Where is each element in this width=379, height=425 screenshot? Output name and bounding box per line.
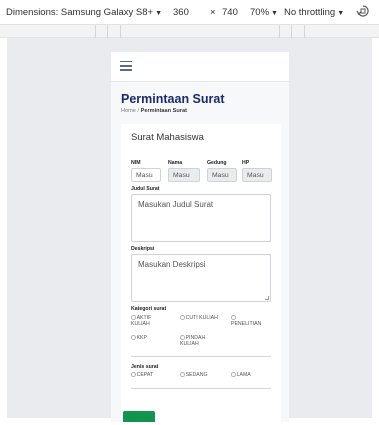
throttle-select[interactable]: No throttling ▼ bbox=[284, 7, 344, 18]
page-title: Permintaan Surat bbox=[121, 92, 225, 106]
radio-circle[interactable] bbox=[131, 315, 136, 320]
throttle-label: No throttling bbox=[284, 7, 336, 18]
device-toolbar: Dimensions: Samsung Galaxy S8+ ▼ 360 × 74… bbox=[0, 0, 379, 24]
divider bbox=[131, 356, 271, 357]
device-select[interactable]: Dimensions: Samsung Galaxy S8+ ▼ bbox=[6, 7, 162, 18]
device-label: Dimensions: Samsung Galaxy S8+ bbox=[6, 7, 154, 18]
radio-circle[interactable] bbox=[131, 335, 136, 340]
radio-circle[interactable] bbox=[180, 335, 185, 340]
breadcrumb-separator: / bbox=[137, 108, 140, 114]
resize-handle[interactable] bbox=[265, 296, 269, 300]
radio-circle[interactable] bbox=[180, 315, 185, 320]
radio-sedang[interactable]: SEDANG bbox=[180, 372, 208, 378]
nama-input[interactable]: Masu bbox=[168, 168, 200, 182]
judul-label: Judul Surat bbox=[131, 186, 160, 192]
menu-icon[interactable] bbox=[120, 61, 132, 71]
radio-pindah-kuliah[interactable]: PINDAH KULIAH bbox=[180, 335, 218, 348]
gedung-input[interactable]: Masu bbox=[207, 168, 237, 182]
form-title: Surat Mahasiswa bbox=[131, 132, 204, 143]
zoom-label: 70% bbox=[250, 7, 270, 18]
radio-circle[interactable] bbox=[131, 372, 136, 377]
nama-label: Nama bbox=[168, 160, 183, 166]
judul-placeholder: Masukan Judul Surat bbox=[138, 200, 214, 209]
radio-circle[interactable] bbox=[180, 372, 185, 377]
deskripsi-placeholder: Masukan Deskripsi bbox=[138, 260, 206, 269]
radio-lama[interactable]: LAMA bbox=[231, 372, 251, 378]
top-navbar bbox=[111, 52, 289, 82]
height-field[interactable]: 740 bbox=[222, 7, 238, 18]
breadcrumb-home[interactable]: Home bbox=[121, 108, 136, 114]
hp-label: HP bbox=[242, 160, 250, 166]
radio-cuti-kuliah[interactable]: CUTI KULIAH bbox=[180, 315, 218, 321]
radio-cepat[interactable]: CEPAT bbox=[131, 372, 153, 378]
deskripsi-textarea[interactable]: Masukan Deskripsi bbox=[131, 254, 271, 302]
radio-circle[interactable] bbox=[231, 315, 236, 320]
width-field[interactable]: 360 bbox=[173, 7, 189, 18]
radio-aktif-kuliah[interactable]: AKTIF KULIAH bbox=[131, 315, 171, 328]
rotate-icon[interactable] bbox=[356, 4, 370, 18]
jenis-label: Jenis surat bbox=[131, 364, 159, 370]
deskripsi-label: Deskripsi bbox=[131, 246, 155, 252]
page-header: Permintaan Surat Home / Permintaan Surat bbox=[121, 92, 225, 114]
radio-penelitian[interactable]: PENELITIAN bbox=[231, 315, 277, 328]
divider bbox=[131, 388, 271, 389]
mobile-viewport: Permintaan Surat Home / Permintaan Surat… bbox=[111, 52, 289, 422]
media-query-ruler[interactable] bbox=[0, 24, 379, 39]
nim-input[interactable]: Masu bbox=[131, 168, 161, 182]
zoom-select[interactable]: 70% ▼ bbox=[250, 7, 278, 18]
hp-input[interactable]: Masu bbox=[242, 168, 272, 182]
submit-button[interactable] bbox=[123, 411, 155, 422]
radio-kkp[interactable]: KKP bbox=[131, 335, 171, 341]
nim-label: NIM bbox=[131, 160, 141, 166]
chevron-down-icon: ▼ bbox=[271, 10, 278, 17]
gedung-label: Gedung bbox=[207, 160, 227, 166]
judul-textarea[interactable]: Masukan Judul Surat bbox=[131, 194, 271, 242]
breadcrumb: Home / Permintaan Surat bbox=[121, 108, 225, 114]
breadcrumb-current: Permintaan Surat bbox=[140, 108, 187, 114]
radio-circle[interactable] bbox=[231, 372, 236, 377]
chevron-down-icon: ▼ bbox=[337, 10, 345, 17]
kategori-label: Kategori surat bbox=[131, 306, 167, 312]
times-label: × bbox=[210, 7, 216, 18]
form-card: Surat Mahasiswa NIM Nama Gedung HP Masu … bbox=[121, 124, 281, 422]
chevron-down-icon: ▼ bbox=[155, 10, 162, 17]
